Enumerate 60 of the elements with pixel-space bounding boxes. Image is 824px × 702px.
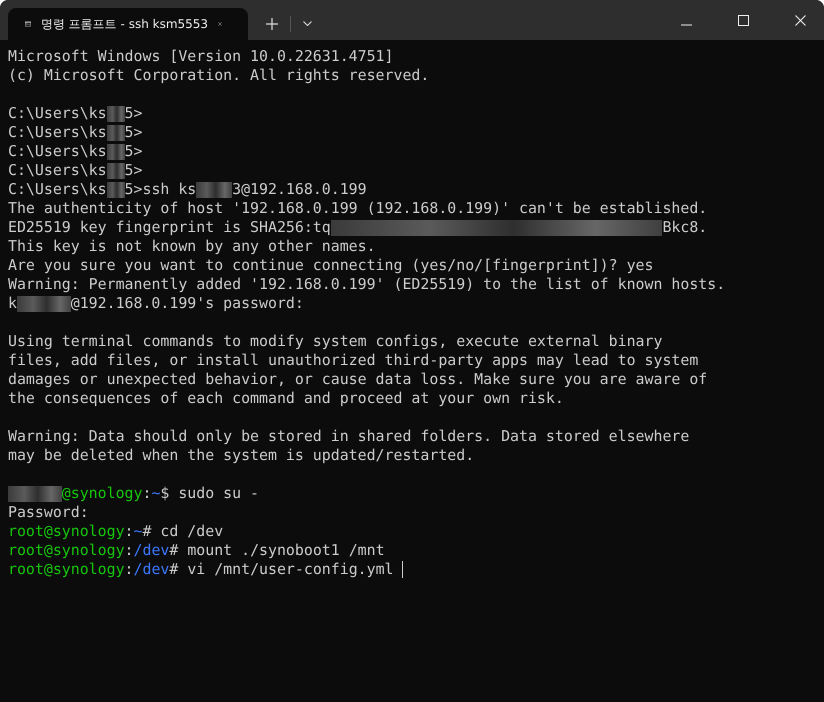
- terminal-tab[interactable]: 명령 프롬프트 - ssh ksm5553: [8, 8, 248, 40]
- terminal-text: files, add files, or install unauthorized third-party apps may lead to system: [8, 351, 698, 370]
- terminal-text: The authenticity of host '192.168.0.199 (192.168.0.199)' can't be established.: [8, 199, 708, 218]
- terminal-text: C:\Users\ks: [8, 161, 107, 180]
- terminal-text: C:\Users\ks: [8, 180, 107, 199]
- redacted-block: [196, 182, 232, 198]
- terminal-text: 5>: [124, 142, 142, 161]
- redacted-block: [106, 144, 125, 160]
- terminal-text: Microsoft Windows [Version 10.0.22631.4751]: [8, 47, 394, 66]
- redacted-block: [16, 296, 71, 312]
- terminal-text: k: [8, 294, 17, 313]
- terminal-text: Warning: Permanently added '192.168.0.199' (ED25519) to the list of known hosts.: [8, 275, 726, 294]
- terminal-text: $ sudo su -: [160, 484, 260, 503]
- redacted-block: [8, 486, 62, 502]
- terminal-text: the consequences of each command and proceed at your own risk.: [8, 389, 564, 408]
- terminal-text: @synology: [62, 484, 142, 503]
- terminal-text: C:\Users\ks: [8, 104, 107, 123]
- terminal-text: damages or unexpected behavior, or cause data loss. Make sure you are aware of: [8, 370, 708, 389]
- terminal-text: 5>: [124, 123, 142, 142]
- terminal-text: This key is not known by any other names.: [8, 237, 376, 256]
- dropdown-caret-icon[interactable]: [303, 21, 312, 26]
- terminal-text: root@synology: [8, 560, 125, 579]
- terminal-text: :: [124, 541, 134, 560]
- new-tab-icon[interactable]: [266, 18, 278, 30]
- tab-title: 명령 프롬프트 - ssh ksm5553: [40, 16, 208, 32]
- terminal-text: :: [124, 522, 134, 541]
- terminal-text: 5>: [124, 161, 142, 180]
- terminal-text: # mount ./synoboot1 /mnt: [169, 541, 385, 560]
- terminal-text: # cd /dev: [142, 522, 224, 541]
- close-tab-icon[interactable]: [218, 19, 222, 29]
- terminal-text: 3@192.168.0.199: [232, 180, 367, 199]
- terminal-text: 5>: [124, 104, 142, 123]
- terminal-text: Bkc8.: [662, 218, 708, 237]
- terminal-text: Using terminal commands to modify system configs, execute external binary: [8, 332, 662, 351]
- minimize-icon[interactable]: [681, 24, 692, 26]
- redacted-block: [106, 106, 125, 122]
- terminal-text: Are you sure you want to continue connecting (yes/no/[fingerprint])? yes: [8, 256, 654, 275]
- terminal-text: :: [124, 560, 134, 579]
- close-icon[interactable]: [795, 15, 806, 26]
- terminal-text: Password:: [8, 503, 89, 522]
- maximize-icon[interactable]: [738, 15, 749, 26]
- terminal-text: # vi /mnt/user-config.yml: [169, 560, 395, 579]
- terminal-text: ~: [134, 522, 142, 541]
- terminal-text: @192.168.0.199's password:: [70, 294, 304, 313]
- terminal-text: /dev: [134, 541, 170, 560]
- terminal-text: C:\Users\ks: [8, 123, 107, 142]
- terminal-text: (c) Microsoft Corporation. All rights reserved.: [8, 66, 430, 85]
- terminal-text: 5>ssh ks: [124, 180, 196, 199]
- terminal-text: root@synology: [8, 522, 125, 541]
- terminal-text: ~: [151, 484, 160, 503]
- redacted-block: [106, 162, 125, 178]
- terminal-text: Warning: Data should only be stored in shared folders. Data stored elsewhere: [8, 427, 690, 446]
- terminal-text: C:\Users\ks: [8, 142, 107, 161]
- terminal-text: may be deleted when the system is updated/restarted.: [8, 446, 474, 465]
- terminal-text: :: [142, 484, 152, 503]
- redacted-block: [106, 124, 125, 140]
- terminal-text: root@synology: [8, 541, 125, 560]
- terminal-text: ED25519 key fingerprint is SHA256:tq: [8, 218, 331, 237]
- redacted-block: [106, 182, 125, 198]
- terminal-text: /dev: [134, 560, 170, 579]
